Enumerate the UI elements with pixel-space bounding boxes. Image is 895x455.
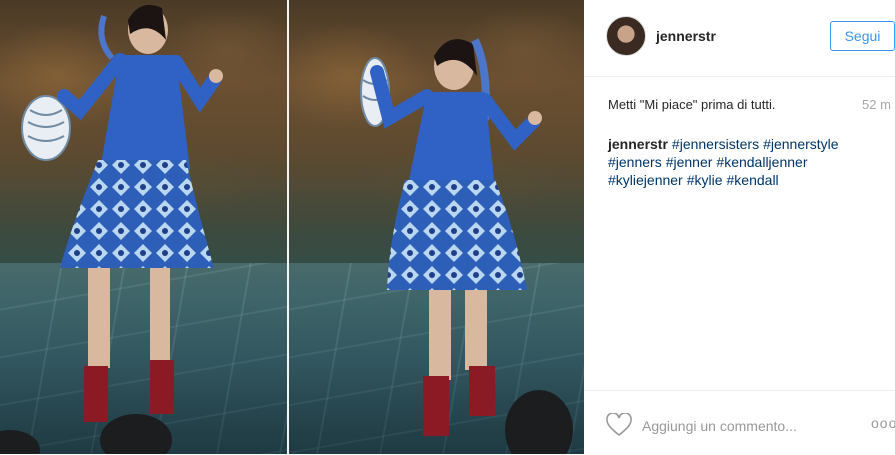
comment-footer: Aggiungi un commento... ooo xyxy=(584,390,895,455)
model-figure-right xyxy=(360,38,573,454)
post-header: jennerstr Segui xyxy=(584,0,895,77)
hashtag-link[interactable]: #jennerstyle xyxy=(763,136,839,152)
follow-button[interactable]: Segui xyxy=(830,21,895,51)
hashtag-link[interactable]: #kendalljenner xyxy=(716,154,807,170)
caption: jennerstr #jennersisters #jennerstyle #jen… xyxy=(608,135,878,189)
avatar[interactable] xyxy=(606,16,646,56)
post-photo[interactable] xyxy=(0,0,584,454)
hashtag-link[interactable]: #kylie xyxy=(687,172,723,188)
likes-text[interactable]: Metti "Mi piace" prima di tutti. xyxy=(608,97,775,112)
hashtag-link[interactable]: #jenners xyxy=(608,154,662,170)
caption-author[interactable]: jennerstr xyxy=(608,136,668,152)
post-sidebar: jennerstr Segui Metti "Mi piace" prima d… xyxy=(584,0,895,454)
more-options-icon[interactable]: ooo xyxy=(871,415,895,431)
timestamp[interactable]: 52 m xyxy=(862,97,891,112)
photo-panel-right xyxy=(289,0,584,454)
heart-icon[interactable] xyxy=(606,413,632,437)
hashtag-link[interactable]: #kendall xyxy=(727,172,779,188)
hashtag-link[interactable]: #kyliejenner xyxy=(608,172,683,188)
username-link[interactable]: jennerstr xyxy=(656,28,716,44)
photo-panel-left xyxy=(0,0,287,454)
hashtag-link[interactable]: #jennersisters xyxy=(672,136,759,152)
model-figure-left xyxy=(0,4,223,454)
comment-input[interactable]: Aggiungi un commento... xyxy=(642,418,797,434)
hashtag-link[interactable]: #jenner xyxy=(666,154,713,170)
